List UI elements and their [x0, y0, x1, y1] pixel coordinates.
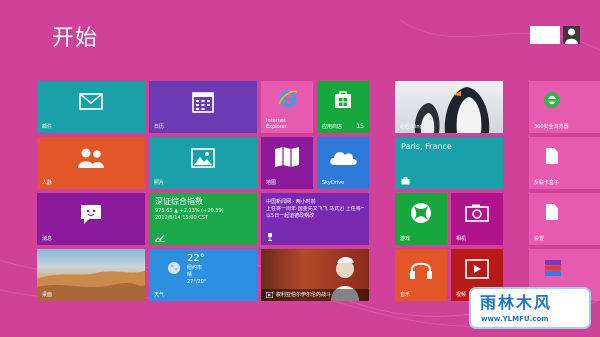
finance-index-time: 2012/6/14 15:00 CST [155, 215, 208, 221]
skydrive-cloud-icon [328, 148, 358, 166]
tile-label: 音乐 [400, 292, 411, 298]
store-update-count: 15 [356, 123, 364, 130]
tile-maps[interactable]: 地图 [261, 137, 313, 189]
tile-settings[interactable]: 设置 [529, 193, 600, 245]
finance-index-value: 975.65 ▲ +2.13% (+20.39) [155, 208, 224, 214]
tile-label: 反联卡盒子 [534, 180, 560, 186]
tile-label: 桌面 [42, 292, 53, 298]
tile-people[interactable]: 人脉 [37, 137, 145, 189]
suitcase-icon [401, 177, 410, 185]
document-icon [545, 147, 559, 165]
tile-skydrive[interactable]: SkyDrive [317, 137, 369, 189]
tile-label: 应用商店 [322, 124, 343, 130]
xbox-icon [409, 201, 433, 225]
browser-360-icon [543, 91, 561, 109]
weather-range: 27°/20° [187, 279, 207, 285]
news-headline: 上任将一周年·国金先文飞飞 马式迅 上任将一周年·国金先文飞飞 [266, 206, 364, 212]
tile-label: 日历 [154, 124, 165, 130]
tile-weather[interactable]: 22° 纽约市 晴 27°/20° 天气 [149, 249, 257, 301]
tile-app-box[interactable]: 反联卡盒子 [529, 137, 600, 189]
user-avatar-icon[interactable] [563, 26, 580, 44]
watermark-title: 雨林木风 [480, 293, 553, 312]
tile-music[interactable]: 音乐 [395, 249, 447, 301]
travel-place: Paris, France [401, 142, 452, 151]
tile-store[interactable]: 应用商店 15 [317, 81, 369, 133]
watermark-url: www.YLMFU.com [481, 315, 549, 323]
tile-label: SkyDrive [322, 180, 345, 186]
stacked-books-icon [545, 259, 561, 277]
tile-news[interactable]: 中国新闻网 · 两小时前 上任将一周年·国金先文飞飞 马式迅 上任将一周年·国金… [261, 193, 369, 245]
camera-icon [465, 204, 489, 222]
watermark-logo: 雨林木风 www.YLMFU.com [468, 286, 592, 330]
tile-label: 必应 Bing [400, 124, 423, 130]
tile-label: 消息 [42, 236, 53, 242]
tile-label: 照片 [154, 180, 165, 186]
tile-360-browser[interactable]: 360安全浏览器 [529, 81, 600, 133]
calendar-icon [191, 90, 215, 114]
tile-desktop[interactable]: 桌面 [37, 249, 145, 301]
news-headline-2: 以5日一起道德政纲改 [266, 213, 315, 219]
desert-landscape-image [37, 271, 145, 301]
tile-label: 叙利亚伯尔伊尔伦的战斗 [276, 292, 332, 298]
tile-photos[interactable]: 照片 [149, 137, 257, 189]
tile-label: Internet Explorer [266, 118, 287, 130]
tile-label: 设置 [534, 236, 545, 242]
store-bag-icon [334, 89, 352, 109]
tile-label: 邮件 [42, 124, 53, 130]
tile-camera[interactable]: 相机 [451, 193, 503, 245]
tile-label: 视频 [456, 292, 467, 298]
tile-mail[interactable]: 邮件 [37, 81, 145, 133]
tile-travel[interactable]: Paris, France [395, 137, 503, 189]
tile-messaging[interactable]: 消息 [37, 193, 145, 245]
video-icon [266, 292, 273, 298]
weather-condition: 晴 [187, 272, 193, 278]
tile-label: 地图 [266, 180, 277, 186]
maps-icon [274, 146, 300, 168]
mail-icon [79, 93, 103, 110]
tile-xbox-games[interactable]: 游戏 [395, 193, 447, 245]
messaging-icon [79, 203, 103, 225]
document-icon [545, 203, 559, 221]
start-title: 开始 [52, 26, 99, 51]
weather-moon-icon [167, 261, 181, 275]
tile-label: 天气 [154, 292, 165, 298]
tile-bing[interactable]: 必应 Bing [395, 81, 503, 133]
tile-finance[interactable]: 深证综合指数 975.65 ▲ +2.13% (+20.39) 2012/6/1… [149, 193, 257, 245]
internet-explorer-icon [278, 89, 298, 109]
trophy-icon [266, 233, 274, 241]
finance-index-name: 深证综合指数 [155, 197, 203, 206]
tile-label: 360安全浏览器 [534, 124, 569, 130]
video-player-icon [465, 259, 489, 279]
news-source: 中国新闻网 · 两小时前 [266, 199, 316, 205]
chart-icon [155, 233, 165, 242]
weather-temperature: 22° [187, 253, 205, 264]
headphones-icon [409, 258, 433, 280]
people-icon [77, 147, 105, 169]
tile-label: 游戏 [400, 236, 411, 242]
tile-internet-explorer[interactable]: Internet Explorer [261, 81, 313, 133]
tile-video-news[interactable]: 叙利亚伯尔伊尔伦的战斗 [261, 249, 369, 301]
photos-icon [191, 148, 215, 168]
tile-calendar[interactable]: 日历 [149, 81, 257, 133]
user-name[interactable] [530, 26, 560, 44]
weather-city: 纽约市 [187, 265, 203, 271]
tile-label: 人脉 [42, 180, 53, 186]
tile-label: 相机 [456, 236, 467, 242]
